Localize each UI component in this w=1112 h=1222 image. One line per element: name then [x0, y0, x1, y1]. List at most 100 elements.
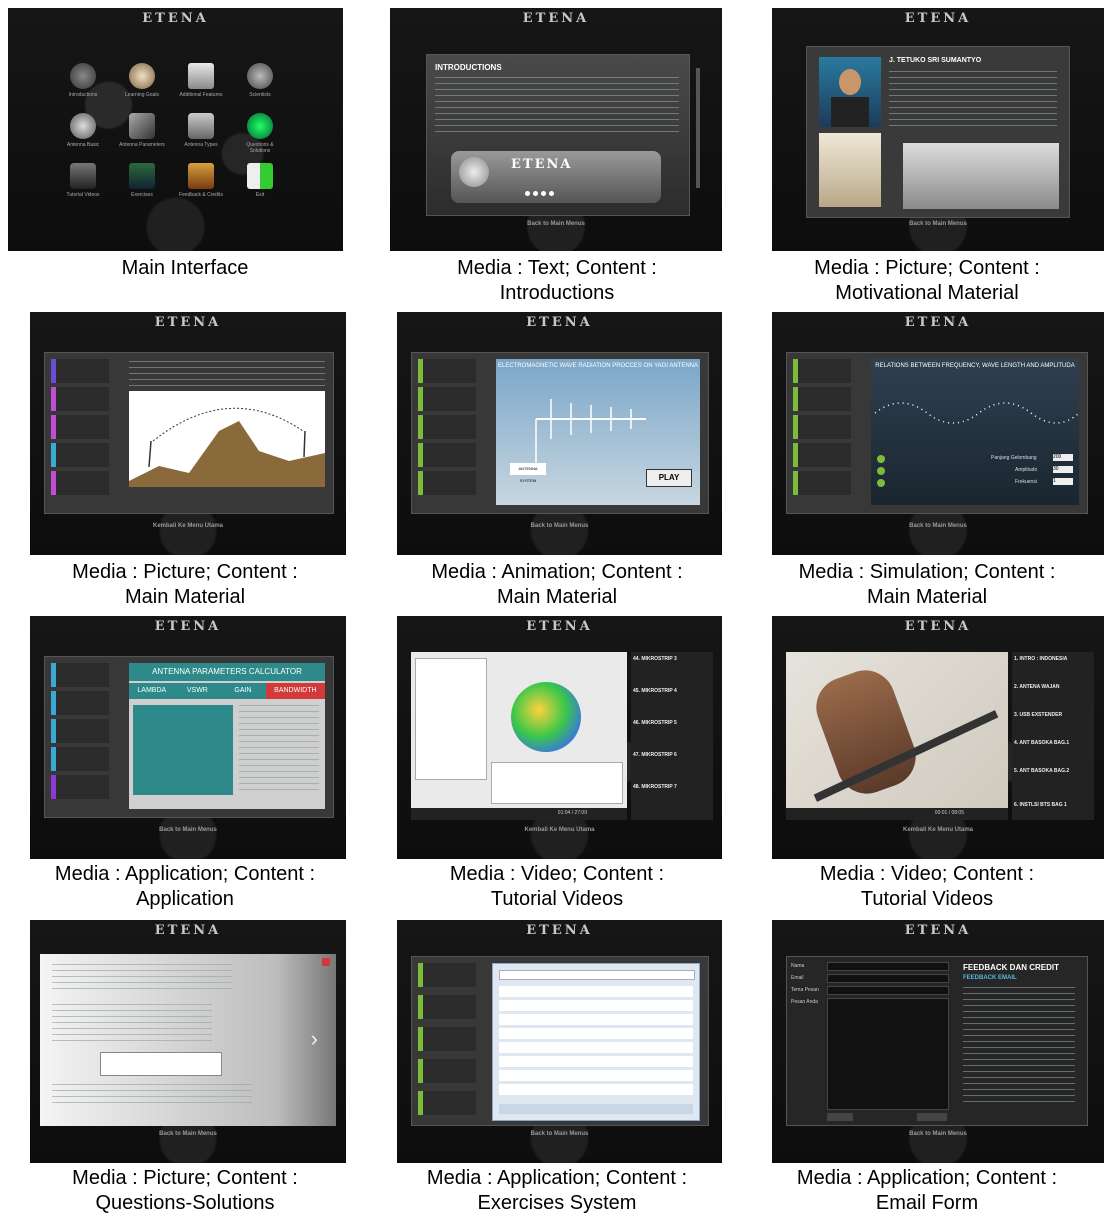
playlist-item[interactable]: 4. ANT BASOKA BAG.1 [1014, 740, 1069, 746]
subject-input[interactable] [827, 986, 949, 995]
film-reel-icon[interactable] [70, 163, 96, 189]
satellite-dish-icon[interactable] [70, 113, 96, 139]
playlist-item[interactable]: 47. MIKROSTRIP 6 [633, 752, 677, 758]
playlist-item[interactable]: 48. MIKROSTRIP 7 [633, 784, 677, 790]
playlist-item[interactable]: 45. MIKROSTRIP 4 [633, 688, 677, 694]
video-player[interactable]: 00:01 / 08:05 [786, 652, 1008, 820]
replay-animation-button[interactable] [877, 455, 885, 463]
tab-vswr[interactable]: VSWR [174, 683, 221, 699]
quiz-item[interactable] [418, 1027, 476, 1051]
menu-label[interactable]: Additional Features [177, 92, 225, 98]
next-arrow-icon[interactable]: › [311, 1026, 318, 1052]
books-icon[interactable] [188, 163, 214, 189]
module-item[interactable] [793, 471, 851, 495]
exercise-rows[interactable] [499, 986, 693, 1098]
module-item[interactable] [418, 359, 476, 383]
module-item[interactable] [51, 387, 109, 411]
quiz-item[interactable] [418, 1091, 476, 1115]
feature-item[interactable] [51, 663, 109, 687]
module-item[interactable] [793, 359, 851, 383]
module-item[interactable] [51, 415, 109, 439]
name-input[interactable] [827, 962, 949, 971]
back-to-main-button[interactable]: Back to Main Menus [390, 221, 722, 227]
learning-goals-icon[interactable] [129, 63, 155, 89]
frequency-input[interactable]: 1 [1053, 478, 1073, 485]
carousel-dots[interactable] [525, 191, 554, 196]
module-item[interactable] [418, 471, 476, 495]
quiz-item[interactable] [418, 963, 476, 987]
scientists-icon[interactable] [247, 63, 273, 89]
reset-button[interactable] [827, 1113, 853, 1121]
antenna-tower-icon[interactable] [188, 113, 214, 139]
back-to-main-button[interactable]: Kembali Ke Menu Utama [30, 523, 346, 529]
play-button[interactable]: PLAY [646, 469, 692, 487]
stop-animation-button[interactable] [877, 467, 885, 475]
feature-item[interactable] [51, 719, 109, 743]
introductions-icon[interactable] [70, 63, 96, 89]
menu-label[interactable]: Learning Goals [118, 92, 166, 98]
tab-lambda[interactable]: LAMBDA [129, 683, 175, 699]
exit-arrow-icon[interactable] [247, 163, 273, 189]
module-item[interactable] [418, 387, 476, 411]
back-to-main-button[interactable]: Back to Main Menus [772, 1131, 1104, 1137]
menu-label[interactable]: Antenna Types [177, 142, 225, 148]
chalkboard-icon[interactable] [129, 163, 155, 189]
menu-label[interactable]: Antenna Parameters [118, 142, 166, 148]
menu-label[interactable]: Antenna Basic [59, 142, 107, 148]
back-to-main-button[interactable]: Kembali Ke Menu Utama [397, 827, 722, 833]
module-item[interactable] [51, 359, 109, 383]
tab-gain[interactable]: GAIN [220, 683, 266, 699]
menu-label[interactable]: Questions & Solutions [236, 142, 284, 154]
module-item[interactable] [793, 443, 851, 467]
wavelength-input[interactable]: 200 [1053, 454, 1073, 461]
send-button[interactable] [917, 1113, 947, 1121]
scrollbar[interactable] [696, 68, 700, 188]
back-to-main-button[interactable]: Back to Main Menus [772, 221, 1104, 227]
additional-features-icon[interactable] [188, 63, 214, 89]
close-icon[interactable] [322, 958, 330, 966]
menu-label[interactable]: Scientists [236, 92, 284, 98]
playlist-item[interactable]: 3. USB EXSTENDER [1014, 712, 1062, 718]
tab-bandwidth[interactable]: BANDWIDTH [265, 683, 325, 699]
satellite-icon[interactable] [129, 113, 155, 139]
module-item[interactable] [793, 387, 851, 411]
radar-icon[interactable] [247, 113, 273, 139]
module-item[interactable] [793, 415, 851, 439]
player-controls[interactable]: 01:04 / 27:09 [411, 808, 627, 820]
module-item[interactable] [418, 415, 476, 439]
feature-item[interactable] [51, 691, 109, 715]
input-fields[interactable] [133, 705, 233, 795]
playlist-item[interactable]: 5. ANT BASOKA BAG.2 [1014, 768, 1069, 774]
quiz-item[interactable] [418, 1059, 476, 1083]
pause-animation-button[interactable] [877, 479, 885, 487]
back-to-main-button[interactable]: Back to Main Menus [30, 827, 346, 833]
email-input[interactable] [827, 974, 949, 983]
module-item[interactable] [51, 443, 109, 467]
playlist-item[interactable]: 6. INSTLSI BTS BAG 1 [1014, 802, 1067, 808]
exercise-footer[interactable] [499, 1104, 693, 1114]
exercise-selector[interactable] [499, 970, 695, 980]
back-to-main-button[interactable]: Back to Main Menus [397, 1131, 722, 1137]
video-player[interactable]: 01:04 / 27:09 [411, 652, 627, 820]
back-to-main-button[interactable]: Kembali Ke Menu Utama [772, 827, 1104, 833]
menu-label[interactable]: Feedback & Credits [177, 192, 225, 198]
menu-label[interactable]: Tutorial Videos [59, 192, 107, 198]
menu-label[interactable]: Introductions [59, 92, 107, 98]
player-controls[interactable]: 00:01 / 08:05 [786, 808, 1008, 820]
feature-item[interactable] [51, 747, 109, 771]
feature-item[interactable] [51, 775, 109, 799]
menu-label[interactable]: Exercises [118, 192, 166, 198]
amplitude-input[interactable]: 30 [1053, 466, 1073, 473]
menu-label[interactable]: Exit [236, 192, 284, 198]
playlist-item[interactable]: 46. MIKROSTRIP 5 [633, 720, 677, 726]
back-to-main-button[interactable]: Back to Main Menus [397, 523, 722, 529]
message-textarea[interactable] [827, 998, 949, 1110]
back-to-main-button[interactable]: Back to Main Menus [30, 1131, 346, 1137]
module-item[interactable] [51, 471, 109, 495]
back-to-main-button[interactable]: Back to Main Menus [772, 523, 1104, 529]
playlist-item[interactable]: 44. MIKROSTRIP 3 [633, 656, 677, 662]
playlist-item[interactable]: 1. INTRO : INDONESIA [1014, 656, 1067, 662]
quiz-item[interactable] [418, 995, 476, 1019]
playlist-item[interactable]: 2. ANTENA WAJAN [1014, 684, 1059, 690]
module-item[interactable] [418, 443, 476, 467]
